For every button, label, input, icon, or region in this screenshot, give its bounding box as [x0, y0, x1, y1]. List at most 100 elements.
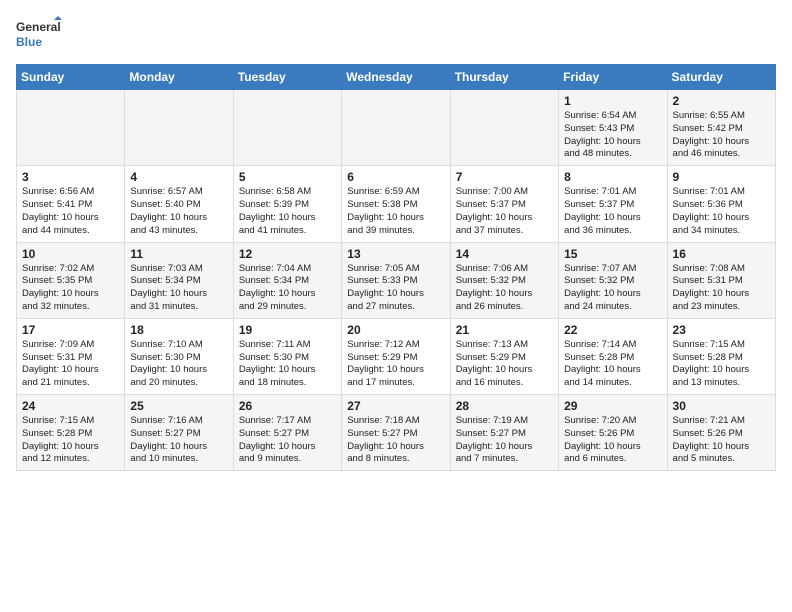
logo-svg: General Blue	[16, 16, 64, 54]
day-info: Sunrise: 7:01 AMSunset: 5:36 PMDaylight:…	[673, 186, 770, 237]
day-info: Sunrise: 7:18 AMSunset: 5:27 PMDaylight:…	[347, 415, 444, 466]
day-info: Sunrise: 7:05 AMSunset: 5:33 PMDaylight:…	[347, 263, 444, 314]
day-number: 19	[239, 323, 336, 337]
calendar-day-empty	[17, 90, 125, 166]
day-info: Sunrise: 6:54 AMSunset: 5:43 PMDaylight:…	[564, 110, 661, 161]
weekday-header-monday: Monday	[125, 65, 233, 90]
day-info: Sunrise: 7:13 AMSunset: 5:29 PMDaylight:…	[456, 339, 553, 390]
day-info: Sunrise: 7:03 AMSunset: 5:34 PMDaylight:…	[130, 263, 227, 314]
weekday-header-friday: Friday	[559, 65, 667, 90]
weekday-header-thursday: Thursday	[450, 65, 558, 90]
calendar-day-24: 24 Sunrise: 7:15 AMSunset: 5:28 PMDayligh…	[17, 395, 125, 471]
calendar-day-empty	[450, 90, 558, 166]
calendar-week-row: 10 Sunrise: 7:02 AMSunset: 5:35 PMDayligh…	[17, 242, 776, 318]
calendar-day-30: 30 Sunrise: 7:21 AMSunset: 5:26 PMDayligh…	[667, 395, 775, 471]
day-number: 12	[239, 247, 336, 261]
calendar-day-10: 10 Sunrise: 7:02 AMSunset: 5:35 PMDayligh…	[17, 242, 125, 318]
day-info: Sunrise: 7:12 AMSunset: 5:29 PMDaylight:…	[347, 339, 444, 390]
calendar-day-empty	[233, 90, 341, 166]
day-number: 22	[564, 323, 661, 337]
day-number: 18	[130, 323, 227, 337]
page: General Blue SundayMondayTuesdayWednesda…	[0, 0, 792, 479]
day-info: Sunrise: 7:07 AMSunset: 5:32 PMDaylight:…	[564, 263, 661, 314]
day-number: 14	[456, 247, 553, 261]
day-number: 7	[456, 170, 553, 184]
weekday-header-tuesday: Tuesday	[233, 65, 341, 90]
day-info: Sunrise: 7:02 AMSunset: 5:35 PMDaylight:…	[22, 263, 119, 314]
calendar-day-26: 26 Sunrise: 7:17 AMSunset: 5:27 PMDayligh…	[233, 395, 341, 471]
day-number: 21	[456, 323, 553, 337]
weekday-header-sunday: Sunday	[17, 65, 125, 90]
day-info: Sunrise: 7:15 AMSunset: 5:28 PMDaylight:…	[22, 415, 119, 466]
day-number: 2	[673, 94, 770, 108]
day-number: 26	[239, 399, 336, 413]
day-number: 8	[564, 170, 661, 184]
calendar-day-5: 5Sunrise: 6:58 AMSunset: 5:39 PMDaylight…	[233, 166, 341, 242]
calendar-header-row: SundayMondayTuesdayWednesdayThursdayFrid…	[17, 65, 776, 90]
day-number: 20	[347, 323, 444, 337]
day-info: Sunrise: 6:56 AMSunset: 5:41 PMDaylight:…	[22, 186, 119, 237]
weekday-header-wednesday: Wednesday	[342, 65, 450, 90]
calendar-day-17: 17Sunrise: 7:09 AMSunset: 5:31 PMDayligh…	[17, 318, 125, 394]
day-info: Sunrise: 7:17 AMSunset: 5:27 PMDaylight:…	[239, 415, 336, 466]
calendar-day-7: 7 Sunrise: 7:00 AMSunset: 5:37 PMDaylight…	[450, 166, 558, 242]
calendar-day-8: 8 Sunrise: 7:01 AMSunset: 5:37 PMDaylight…	[559, 166, 667, 242]
calendar-day-18: 18 Sunrise: 7:10 AMSunset: 5:30 PMDayligh…	[125, 318, 233, 394]
calendar-day-2: 2 Sunrise: 6:55 AMSunset: 5:42 PMDaylight…	[667, 90, 775, 166]
calendar-day-3: 3 Sunrise: 6:56 AMSunset: 5:41 PMDaylight…	[17, 166, 125, 242]
day-info: Sunrise: 7:00 AMSunset: 5:37 PMDaylight:…	[456, 186, 553, 237]
day-number: 15	[564, 247, 661, 261]
day-info: Sunrise: 7:14 AMSunset: 5:28 PMDaylight:…	[564, 339, 661, 390]
day-info: Sunrise: 6:58 AMSunset: 5:39 PMDaylight:…	[239, 186, 336, 237]
calendar-day-22: 22 Sunrise: 7:14 AMSunset: 5:28 PMDayligh…	[559, 318, 667, 394]
calendar-day-4: 4Sunrise: 6:57 AMSunset: 5:40 PMDaylight…	[125, 166, 233, 242]
day-number: 25	[130, 399, 227, 413]
calendar-day-13: 13 Sunrise: 7:05 AMSunset: 5:33 PMDayligh…	[342, 242, 450, 318]
calendar-week-row: 3 Sunrise: 6:56 AMSunset: 5:41 PMDaylight…	[17, 166, 776, 242]
calendar-day-21: 21 Sunrise: 7:13 AMSunset: 5:29 PMDayligh…	[450, 318, 558, 394]
logo: General Blue	[16, 16, 64, 54]
calendar-week-row: 17Sunrise: 7:09 AMSunset: 5:31 PMDayligh…	[17, 318, 776, 394]
day-info: Sunrise: 7:08 AMSunset: 5:31 PMDaylight:…	[673, 263, 770, 314]
day-info: Sunrise: 7:15 AMSunset: 5:28 PMDaylight:…	[673, 339, 770, 390]
calendar-day-20: 20 Sunrise: 7:12 AMSunset: 5:29 PMDayligh…	[342, 318, 450, 394]
day-number: 30	[673, 399, 770, 413]
day-info: Sunrise: 7:20 AMSunset: 5:26 PMDaylight:…	[564, 415, 661, 466]
day-info: Sunrise: 6:59 AMSunset: 5:38 PMDaylight:…	[347, 186, 444, 237]
calendar-table: SundayMondayTuesdayWednesdayThursdayFrid…	[16, 64, 776, 471]
calendar-day-11: 11 Sunrise: 7:03 AMSunset: 5:34 PMDayligh…	[125, 242, 233, 318]
day-info: Sunrise: 7:06 AMSunset: 5:32 PMDaylight:…	[456, 263, 553, 314]
day-number: 10	[22, 247, 119, 261]
day-number: 3	[22, 170, 119, 184]
calendar-week-row: 1Sunrise: 6:54 AMSunset: 5:43 PMDaylight…	[17, 90, 776, 166]
day-number: 23	[673, 323, 770, 337]
day-number: 9	[673, 170, 770, 184]
calendar-day-25: 25 Sunrise: 7:16 AMSunset: 5:27 PMDayligh…	[125, 395, 233, 471]
calendar-day-9: 9 Sunrise: 7:01 AMSunset: 5:36 PMDaylight…	[667, 166, 775, 242]
day-info: Sunrise: 7:16 AMSunset: 5:27 PMDaylight:…	[130, 415, 227, 466]
svg-text:Blue: Blue	[16, 35, 42, 49]
day-number: 17	[22, 323, 119, 337]
day-info: Sunrise: 6:55 AMSunset: 5:42 PMDaylight:…	[673, 110, 770, 161]
day-number: 29	[564, 399, 661, 413]
day-number: 6	[347, 170, 444, 184]
day-number: 16	[673, 247, 770, 261]
day-number: 24	[22, 399, 119, 413]
day-number: 27	[347, 399, 444, 413]
calendar-day-empty	[125, 90, 233, 166]
calendar-day-19: 19 Sunrise: 7:11 AMSunset: 5:30 PMDayligh…	[233, 318, 341, 394]
day-number: 11	[130, 247, 227, 261]
svg-text:General: General	[16, 20, 61, 34]
calendar-day-29: 29 Sunrise: 7:20 AMSunset: 5:26 PMDayligh…	[559, 395, 667, 471]
calendar-day-12: 12Sunrise: 7:04 AMSunset: 5:34 PMDayligh…	[233, 242, 341, 318]
day-info: Sunrise: 7:11 AMSunset: 5:30 PMDaylight:…	[239, 339, 336, 390]
calendar-day-14: 14 Sunrise: 7:06 AMSunset: 5:32 PMDayligh…	[450, 242, 558, 318]
calendar-day-23: 23 Sunrise: 7:15 AMSunset: 5:28 PMDayligh…	[667, 318, 775, 394]
day-info: Sunrise: 7:01 AMSunset: 5:37 PMDaylight:…	[564, 186, 661, 237]
day-number: 13	[347, 247, 444, 261]
weekday-header-saturday: Saturday	[667, 65, 775, 90]
day-info: Sunrise: 7:21 AMSunset: 5:26 PMDaylight:…	[673, 415, 770, 466]
day-number: 4	[130, 170, 227, 184]
day-info: Sunrise: 7:10 AMSunset: 5:30 PMDaylight:…	[130, 339, 227, 390]
calendar-day-6: 6 Sunrise: 6:59 AMSunset: 5:38 PMDaylight…	[342, 166, 450, 242]
